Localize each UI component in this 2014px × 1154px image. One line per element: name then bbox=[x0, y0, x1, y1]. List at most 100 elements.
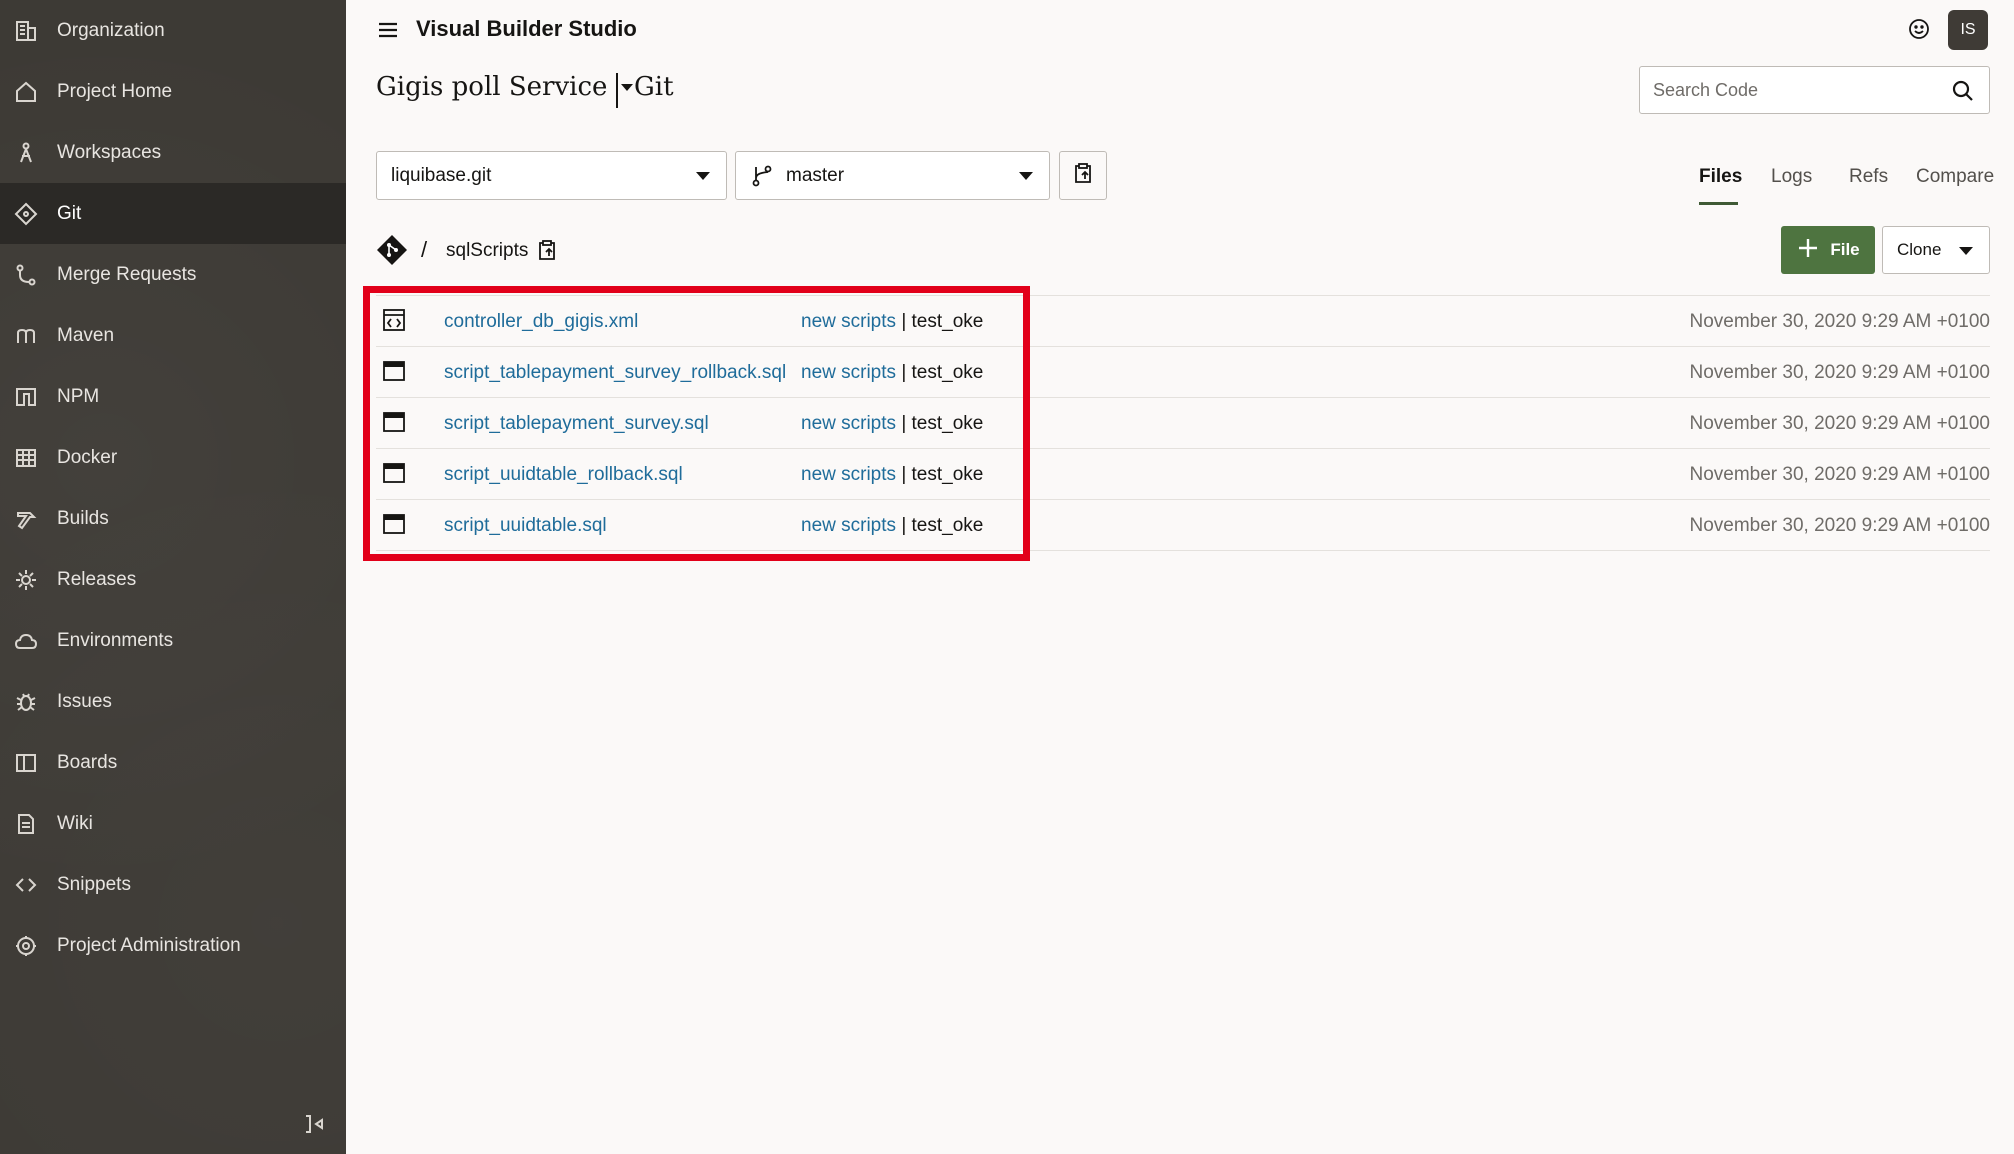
sidebar-item-label: Snippets bbox=[57, 873, 131, 895]
clone-label: Clone bbox=[1897, 240, 1942, 259]
sidebar-item-organization[interactable]: Organization bbox=[0, 0, 346, 61]
repository-select-value: liquibase.git bbox=[391, 164, 492, 186]
builds-icon bbox=[14, 507, 38, 531]
project-name: Gigis poll Service bbox=[376, 72, 608, 102]
file-name-link[interactable]: script_tablepayment_survey_rollback.sql bbox=[444, 362, 786, 384]
sidebar-item-boards[interactable]: Boards bbox=[0, 732, 346, 793]
search-input[interactable] bbox=[1653, 67, 1943, 113]
commit-message-link[interactable]: new scripts bbox=[801, 464, 896, 485]
git-icon bbox=[14, 202, 38, 226]
commit-message-link[interactable]: new scripts bbox=[801, 311, 896, 332]
feedback-smile-icon[interactable] bbox=[1906, 16, 1932, 42]
breadcrumb-directory[interactable]: sqlScripts bbox=[446, 240, 528, 262]
sidebar-item-merge-requests[interactable]: Merge Requests bbox=[0, 244, 346, 305]
xml-file-icon bbox=[382, 308, 406, 332]
file-name-link[interactable]: script_tablepayment_survey.sql bbox=[444, 413, 709, 435]
commit-info: new scripts | test_oke bbox=[801, 464, 983, 486]
sidebar-item-label: Project Home bbox=[57, 80, 173, 102]
sidebar-item-wiki[interactable]: Wiki bbox=[0, 793, 346, 854]
sidebar-item-git[interactable]: Git bbox=[0, 183, 346, 244]
search-code-box bbox=[1639, 66, 1990, 114]
file-date: November 30, 2020 9:29 AM +0100 bbox=[1689, 464, 1990, 485]
commit-info: new scripts | test_oke bbox=[801, 515, 983, 537]
title-divider bbox=[616, 73, 618, 108]
home-icon bbox=[14, 80, 38, 104]
sidebar-item-snippets[interactable]: Snippets bbox=[0, 854, 346, 915]
commit-separator: | bbox=[901, 311, 907, 332]
sidebar-item-maven[interactable]: Maven bbox=[0, 305, 346, 366]
releases-icon bbox=[14, 568, 38, 592]
sidebar-item-workspaces[interactable]: Workspaces bbox=[0, 122, 346, 183]
sidebar-item-project-administration[interactable]: Project Administration bbox=[0, 915, 346, 976]
commit-info: new scripts | test_oke bbox=[801, 362, 983, 384]
sidebar-item-label: Environments bbox=[57, 629, 174, 651]
environments-icon bbox=[14, 629, 38, 653]
copy-clipboard-button[interactable] bbox=[1059, 151, 1107, 200]
sidebar-item-label: Docker bbox=[57, 446, 118, 468]
sidebar-item-label: Builds bbox=[57, 507, 109, 529]
sidebar-item-builds[interactable]: Builds bbox=[0, 488, 346, 549]
sidebar-item-npm[interactable]: NPM bbox=[0, 366, 346, 427]
commit-author: test_oke bbox=[911, 311, 984, 332]
tab-logs[interactable]: Logs bbox=[1771, 166, 1812, 188]
commit-author: test_oke bbox=[911, 413, 984, 434]
file-date: November 30, 2020 9:29 AM +0100 bbox=[1689, 413, 1990, 434]
plus-icon bbox=[1796, 236, 1820, 265]
file-name-link[interactable]: script_uuidtable.sql bbox=[444, 515, 607, 537]
commit-author: test_oke bbox=[911, 464, 984, 485]
tab-compare[interactable]: Compare bbox=[1916, 166, 1994, 188]
sidebar-item-label: Releases bbox=[57, 568, 137, 590]
table-row: script_tablepayment_survey_rollback.sql … bbox=[376, 347, 1990, 398]
sidebar-item-label: Maven bbox=[57, 324, 115, 346]
npm-icon bbox=[14, 385, 38, 409]
file-icon bbox=[382, 359, 406, 383]
sidebar-item-issues[interactable]: Issues bbox=[0, 671, 346, 732]
table-row: script_tablepayment_survey.sql new scrip… bbox=[376, 398, 1990, 449]
active-tab-indicator bbox=[1699, 202, 1738, 205]
commit-separator: | bbox=[901, 515, 907, 536]
commit-message-link[interactable]: new scripts bbox=[801, 362, 896, 383]
breadcrumb-separator: / bbox=[421, 237, 428, 262]
collapse-sidebar-icon[interactable] bbox=[302, 1112, 326, 1136]
branch-icon bbox=[750, 164, 774, 188]
commit-message-link[interactable]: new scripts bbox=[801, 515, 896, 536]
branch-select-value: master bbox=[786, 164, 845, 186]
add-file-button[interactable]: File bbox=[1781, 226, 1875, 274]
chevron-down-icon bbox=[1019, 171, 1033, 180]
wiki-icon bbox=[14, 812, 38, 836]
user-avatar[interactable]: IS bbox=[1948, 10, 1988, 50]
menu-icon[interactable] bbox=[376, 18, 400, 42]
sidebar-item-releases[interactable]: Releases bbox=[0, 549, 346, 610]
table-row: script_uuidtable.sql new scripts | test_… bbox=[376, 500, 1990, 551]
sidebar-item-environments[interactable]: Environments bbox=[0, 610, 346, 671]
commit-message-link[interactable]: new scripts bbox=[801, 413, 896, 434]
sidebar-item-project-home[interactable]: Project Home bbox=[0, 61, 346, 122]
file-name-link[interactable]: script_uuidtable_rollback.sql bbox=[444, 464, 683, 486]
file-date: November 30, 2020 9:29 AM +0100 bbox=[1689, 311, 1990, 332]
tab-files[interactable]: Files bbox=[1699, 166, 1742, 188]
maven-icon bbox=[14, 324, 38, 348]
file-icon bbox=[382, 512, 406, 536]
chevron-down-icon bbox=[621, 83, 634, 91]
commit-separator: | bbox=[901, 413, 907, 434]
file-date: November 30, 2020 9:29 AM +0100 bbox=[1689, 515, 1990, 536]
settings-icon bbox=[14, 934, 38, 958]
app-title: Visual Builder Studio bbox=[416, 16, 637, 41]
snippets-icon bbox=[14, 873, 38, 897]
git-repo-icon[interactable] bbox=[376, 234, 408, 266]
branch-select[interactable]: master bbox=[735, 151, 1050, 200]
copy-path-icon[interactable] bbox=[535, 238, 559, 262]
search-icon[interactable] bbox=[1950, 78, 1976, 104]
project-selector[interactable]: Gigis poll Service bbox=[376, 72, 634, 102]
file-name-link[interactable]: controller_db_gigis.xml bbox=[444, 311, 638, 333]
sidebar-item-label: Wiki bbox=[57, 812, 93, 834]
commit-separator: | bbox=[901, 464, 907, 485]
file-icon bbox=[382, 410, 406, 434]
sidebar-item-docker[interactable]: Docker bbox=[0, 427, 346, 488]
tab-refs[interactable]: Refs bbox=[1849, 166, 1888, 188]
clone-button[interactable]: Clone bbox=[1882, 226, 1990, 274]
file-icon bbox=[382, 461, 406, 485]
sidebar-item-label: Project Administration bbox=[57, 934, 241, 956]
repository-select[interactable]: liquibase.git bbox=[376, 151, 727, 200]
sidebar-item-label: Organization bbox=[57, 19, 165, 41]
